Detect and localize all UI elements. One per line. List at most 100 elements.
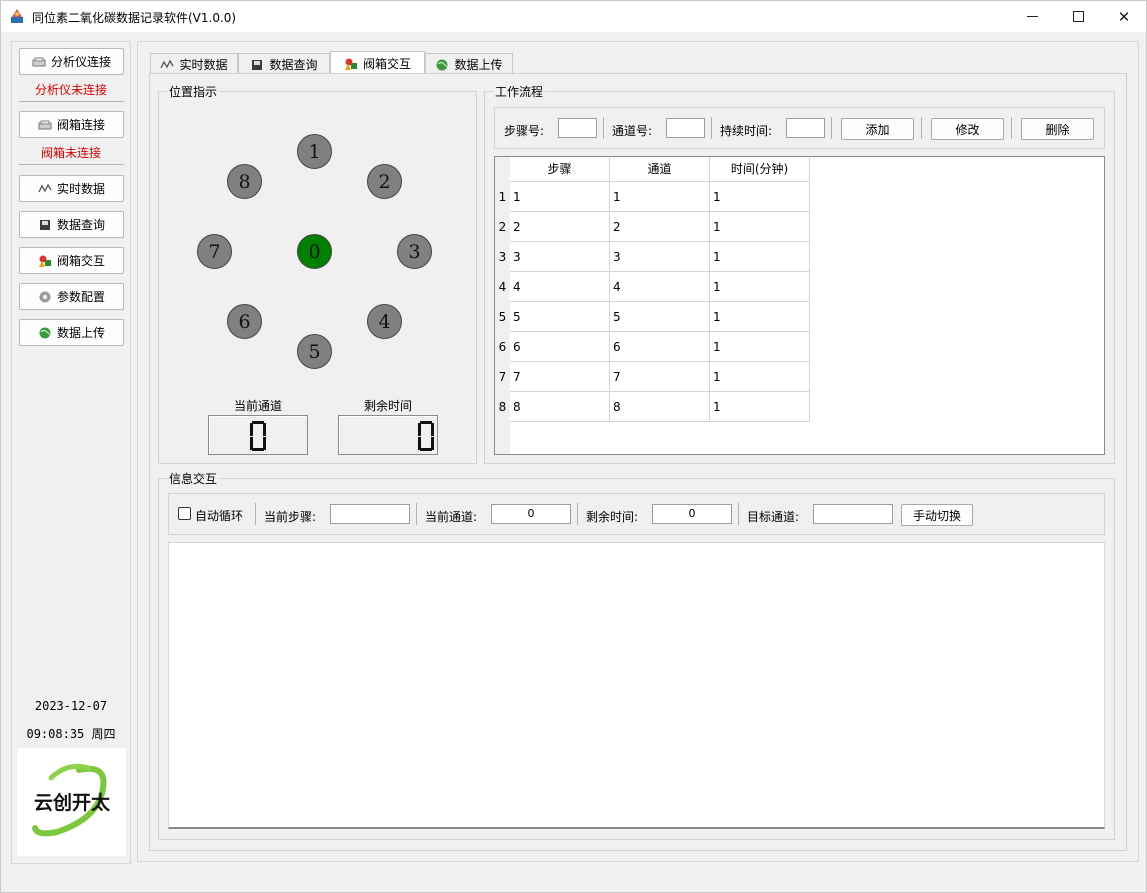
row-header[interactable]: 7 bbox=[495, 362, 510, 392]
row-header[interactable]: 8 bbox=[495, 392, 510, 422]
channel-number-input[interactable] bbox=[666, 118, 705, 138]
analyzer-connect-label: 分析仪连接 bbox=[50, 55, 111, 69]
column-header-time[interactable]: 时间(分钟) bbox=[710, 157, 810, 182]
sidebar-divider bbox=[19, 164, 124, 165]
table-cell-time[interactable]: 1 bbox=[710, 212, 810, 242]
current-channel-field[interactable]: 0 bbox=[491, 504, 571, 524]
table-cell-time[interactable]: 1 bbox=[710, 272, 810, 302]
table-cell-time[interactable]: 1 bbox=[710, 392, 810, 422]
current-channel-label: 当前通道 bbox=[233, 399, 282, 413]
row-header[interactable]: 5 bbox=[495, 302, 510, 332]
row-header[interactable]: 4 bbox=[495, 272, 510, 302]
position-number: 4 bbox=[378, 310, 391, 333]
table-cell-step[interactable]: 3 bbox=[510, 242, 610, 272]
table-cell-time[interactable]: 1 bbox=[710, 302, 810, 332]
table-cell-step[interactable]: 7 bbox=[510, 362, 610, 392]
analyzer-icon bbox=[32, 57, 46, 66]
table-cell-step[interactable]: 1 bbox=[510, 182, 610, 212]
current-date: 2023-12-07 bbox=[34, 699, 108, 713]
column-header-step[interactable]: 步骤 bbox=[510, 157, 610, 182]
shapes-icon bbox=[38, 255, 51, 267]
row-header[interactable]: 1 bbox=[495, 182, 510, 212]
table-cell-channel[interactable]: 4 bbox=[610, 272, 710, 302]
tab-upload[interactable]: 数据上传 bbox=[425, 53, 513, 75]
database-icon bbox=[39, 219, 50, 230]
sidebar-item-realtime[interactable]: 实时数据 bbox=[19, 175, 124, 202]
position-number: 8 bbox=[238, 170, 251, 193]
toolbar-separator bbox=[255, 503, 256, 525]
position-1-indicator: 1 bbox=[297, 134, 332, 169]
tab-label: 数据上传 bbox=[454, 58, 503, 72]
toolbar-separator bbox=[738, 503, 739, 525]
workflow-group-title: 工作流程 bbox=[493, 83, 546, 100]
minimize-button[interactable] bbox=[1009, 1, 1055, 32]
row-header[interactable]: 6 bbox=[495, 332, 510, 362]
close-button[interactable]: ✕ bbox=[1101, 1, 1147, 32]
position-0-indicator: 0 bbox=[297, 234, 332, 269]
duration-label: 持续时间: bbox=[720, 124, 773, 138]
table-cell-step[interactable]: 2 bbox=[510, 212, 610, 242]
auto-loop-checkbox[interactable] bbox=[178, 507, 191, 520]
delete-step-button[interactable]: 删除 bbox=[1021, 118, 1094, 140]
position-number: 5 bbox=[308, 340, 321, 363]
window-title: 同位素二氧化碳数据记录软件(V1.0.0) bbox=[32, 11, 237, 25]
table-cell-channel[interactable]: 7 bbox=[610, 362, 710, 392]
logo-graphic: 云创开太 bbox=[32, 763, 111, 837]
tab-valve-interact[interactable]: 阀箱交互 bbox=[330, 51, 425, 75]
title-bar: 同位素二氧化碳数据记录软件(V1.0.0) ✕ bbox=[1, 1, 1146, 32]
message-log[interactable] bbox=[168, 542, 1105, 829]
position-5-indicator: 5 bbox=[297, 334, 332, 369]
table-cell-channel[interactable]: 6 bbox=[610, 332, 710, 362]
table-cell-step[interactable]: 5 bbox=[510, 302, 610, 332]
table-cell-time[interactable]: 1 bbox=[710, 332, 810, 362]
position-number: 7 bbox=[208, 240, 221, 263]
toolbar-separator bbox=[921, 117, 922, 139]
table-cell-channel[interactable]: 1 bbox=[610, 182, 710, 212]
table-cell-step[interactable]: 8 bbox=[510, 392, 610, 422]
tab-label: 实时数据 bbox=[179, 58, 228, 72]
table-cell-channel[interactable]: 5 bbox=[610, 302, 710, 332]
column-header-channel[interactable]: 通道 bbox=[610, 157, 710, 182]
maximize-button[interactable] bbox=[1055, 1, 1101, 32]
manual-switch-button[interactable]: 手动切换 bbox=[901, 504, 973, 526]
edit-step-button[interactable]: 修改 bbox=[931, 118, 1004, 140]
toolbar-separator bbox=[577, 503, 578, 525]
sidebar-item-settings[interactable]: 参数配置 bbox=[19, 283, 124, 310]
table-cell-time[interactable]: 1 bbox=[710, 362, 810, 392]
valve-connect-button[interactable]: 阀箱连接 bbox=[19, 111, 124, 138]
step-number-label: 步骤号: bbox=[504, 124, 545, 138]
remaining-time-field[interactable]: 0 bbox=[652, 504, 732, 524]
analyzer-status: 分析仪未连接 bbox=[34, 83, 107, 97]
globe-icon bbox=[436, 59, 449, 70]
add-step-button[interactable]: 添加 bbox=[841, 118, 914, 140]
lcd-digit bbox=[250, 421, 266, 451]
target-channel-input[interactable] bbox=[813, 504, 893, 524]
target-channel-label: 目标通道: bbox=[747, 510, 800, 524]
table-cell-time[interactable]: 1 bbox=[710, 182, 810, 212]
current-step-field[interactable] bbox=[330, 504, 410, 524]
step-number-input[interactable] bbox=[558, 118, 597, 138]
duration-input[interactable] bbox=[786, 118, 825, 138]
position-4-indicator: 4 bbox=[367, 304, 402, 339]
table-cell-step[interactable]: 4 bbox=[510, 272, 610, 302]
table-cell-channel[interactable]: 2 bbox=[610, 212, 710, 242]
sidebar-item-query[interactable]: 数据查询 bbox=[19, 211, 124, 238]
sidebar-item-label: 实时数据 bbox=[56, 182, 105, 196]
sidebar-item-valve-interact[interactable]: 阀箱交互 bbox=[19, 247, 124, 274]
table-cell-time[interactable]: 1 bbox=[710, 242, 810, 272]
auto-loop-label[interactable]: 自动循环 bbox=[195, 507, 243, 524]
table-cell-channel[interactable]: 3 bbox=[610, 242, 710, 272]
row-header[interactable]: 3 bbox=[495, 242, 510, 272]
table-cell-channel[interactable]: 8 bbox=[610, 392, 710, 422]
analyzer-connect-button[interactable]: 分析仪连接 bbox=[19, 48, 124, 75]
tab-query[interactable]: 数据查询 bbox=[238, 53, 330, 75]
row-header[interactable]: 2 bbox=[495, 212, 510, 242]
remaining-time-field-label: 剩余时间: bbox=[586, 510, 639, 524]
workflow-table[interactable]: 步骤 通道 时间(分钟) 1 1 1 1 2 2 2 1 3 3 3 1 4 4… bbox=[494, 156, 1105, 455]
sidebar-item-label: 阀箱交互 bbox=[56, 254, 105, 268]
sidebar-item-upload[interactable]: 数据上传 bbox=[19, 319, 124, 346]
table-cell-step[interactable]: 6 bbox=[510, 332, 610, 362]
sidebar-item-label: 数据上传 bbox=[56, 326, 105, 340]
realtime-chart-icon bbox=[160, 59, 175, 68]
tab-realtime[interactable]: 实时数据 bbox=[150, 53, 238, 75]
